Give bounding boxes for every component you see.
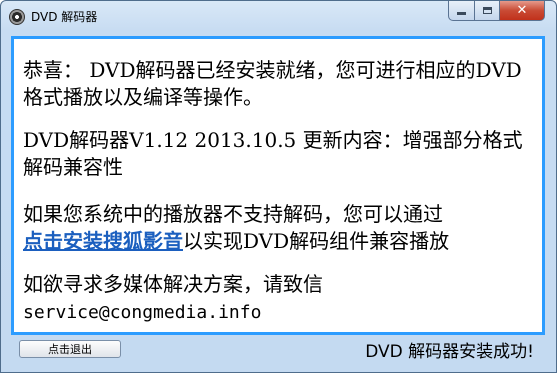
install-sohu-player-link[interactable]: 点击安装搜狐影音 [23, 229, 183, 253]
window-title: DVD 解码器 [31, 10, 98, 24]
close-button[interactable]: ✕ [499, 1, 545, 21]
maximize-icon [482, 7, 492, 14]
contact-text: 如欲寻求多媒体解决方案，请致信 [23, 272, 323, 296]
message-panel: 恭喜： DVD解码器已经安装就绪，您可进行相应的DVD格式播放以及编译等操作。 … [11, 36, 545, 335]
contact-message: 如欲寻求多媒体解决方案，请致信 service@congmedia.info [23, 271, 533, 326]
dvd-disc-icon [9, 9, 25, 25]
install-ready-message: 恭喜： DVD解码器已经安装就绪，您可进行相应的DVD格式播放以及编译等操作。 [23, 58, 522, 109]
title-bar[interactable]: DVD 解码器 ✕ [1, 1, 556, 31]
player-support-text: 如果您系统中的播放器不支持解码，您可以通过 [23, 202, 443, 226]
exit-button[interactable]: 点击退出 [19, 340, 121, 358]
maximize-button[interactable] [474, 1, 500, 21]
update-notes-message: DVD解码器V1.12 2013.10.5 更新内容：增强部分格式解码兼容性 [23, 128, 523, 179]
player-support-suffix: 以实现DVD解码组件兼容播放 [183, 229, 450, 253]
minimize-icon [457, 12, 466, 15]
minimize-button[interactable] [448, 1, 475, 21]
install-status-text: DVD 解码器安装成功! [365, 342, 534, 362]
player-support-message: 如果您系统中的播放器不支持解码，您可以通过 点击安装搜狐影音以实现DVD解码组件兼… [23, 201, 533, 255]
close-icon: ✕ [516, 3, 528, 18]
dialog-window: DVD 解码器 ✕ 恭喜： DVD解码器已经安装就绪，您可进行相应的DVD格式播… [0, 0, 557, 373]
contact-email: service@congmedia.info [23, 302, 262, 323]
